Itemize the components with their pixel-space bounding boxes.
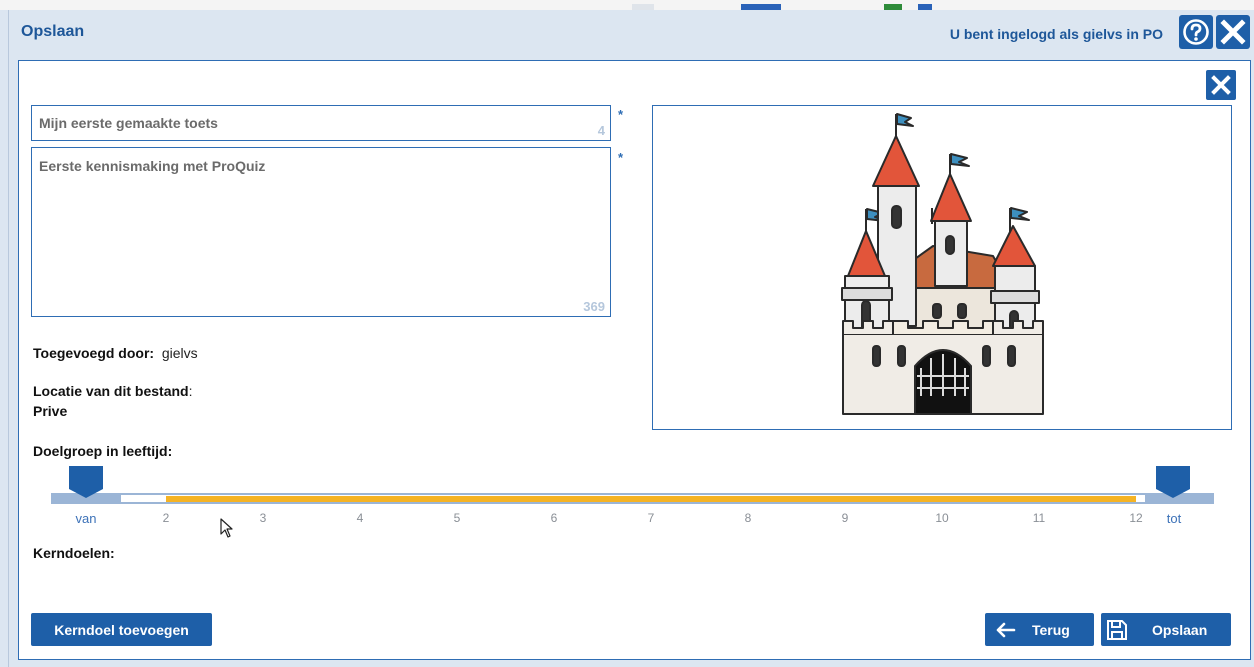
login-status: U bent ingelogd als gielvs in PO	[949, 26, 1163, 42]
slider-tick-label: 9	[841, 511, 849, 525]
description-textarea[interactable]: Eerste kennismaking met ProQuiz 369	[31, 147, 611, 317]
floppy-disk-icon	[1107, 619, 1127, 640]
location-label: Locatie van dit bestand	[33, 383, 189, 399]
add-core-goal-button[interactable]: Kerndoel toevoegen	[31, 613, 212, 646]
added-by-value: gielvs	[161, 345, 198, 361]
close-icon	[1220, 19, 1246, 45]
save-dialog: Opslaan U bent ingelogd als gielvs in PO…	[8, 10, 1254, 667]
slider-tick-label: 8	[744, 511, 752, 525]
slider-tick-label: 6	[550, 511, 558, 525]
slider-tick-label: 11	[1032, 511, 1046, 525]
added-by-label: Toegevoegd door:	[33, 345, 155, 361]
castle-image	[841, 113, 1044, 415]
slider-tick-label: 12	[1129, 511, 1143, 525]
add-core-goal-label: Kerndoel toevoegen	[54, 621, 189, 638]
slider-to-label: tot	[1166, 511, 1182, 526]
save-button-label: Opslaan	[1152, 621, 1208, 638]
quiz-image-box[interactable]	[652, 105, 1232, 430]
close-dialog-button[interactable]	[1216, 15, 1250, 49]
close-icon	[1211, 75, 1231, 95]
background-app-strip	[0, 0, 1254, 10]
added-by-row: Toegevoegd door: gielvs	[33, 345, 198, 361]
title-input-value: Mijn eerste gemaakte toets	[39, 115, 218, 131]
location-colon: :	[188, 383, 193, 399]
slider-tick-label: 5	[453, 511, 461, 525]
description-char-count: 369	[583, 299, 605, 314]
mouse-cursor-icon	[220, 518, 233, 538]
arrow-left-icon	[996, 622, 1016, 637]
location-value: Prive	[33, 403, 68, 419]
back-button[interactable]: Terug	[985, 613, 1094, 646]
form-panel: Mijn eerste gemaakte toets 4 * Eerste ke…	[18, 60, 1251, 660]
title-char-count: 4	[597, 123, 605, 138]
dialog-titlebar: Opslaan U bent ingelogd als gielvs in PO	[9, 10, 1254, 56]
age-group-label: Doelgroep in leeftijd:	[33, 443, 173, 459]
required-mark: *	[618, 107, 624, 122]
help-circle-icon	[1183, 19, 1209, 45]
core-goals-label: Kerndoelen:	[33, 545, 115, 561]
title-input[interactable]: Mijn eerste gemaakte toets 4	[31, 105, 611, 141]
description-value: Eerste kennismaking met ProQuiz	[39, 158, 266, 174]
back-button-label: Terug	[1032, 621, 1070, 638]
slider-tick-label: 7	[647, 511, 655, 525]
required-mark: *	[618, 150, 624, 165]
slider-tick-label: 10	[935, 511, 949, 525]
slider-tick-label: 2	[162, 511, 170, 525]
location-row: Locatie van dit bestand:	[33, 383, 192, 399]
slider-tick-label: 4	[356, 511, 364, 525]
slider-from-label: van	[75, 511, 97, 526]
help-button[interactable]	[1179, 15, 1213, 49]
close-panel-button[interactable]	[1206, 70, 1236, 100]
slider-tick-label: 3	[259, 511, 267, 525]
slider-selected-range	[166, 496, 1136, 502]
dialog-title: Opslaan	[21, 23, 85, 40]
save-button[interactable]: Opslaan	[1101, 613, 1231, 646]
slider-track-svg	[51, 466, 1214, 504]
